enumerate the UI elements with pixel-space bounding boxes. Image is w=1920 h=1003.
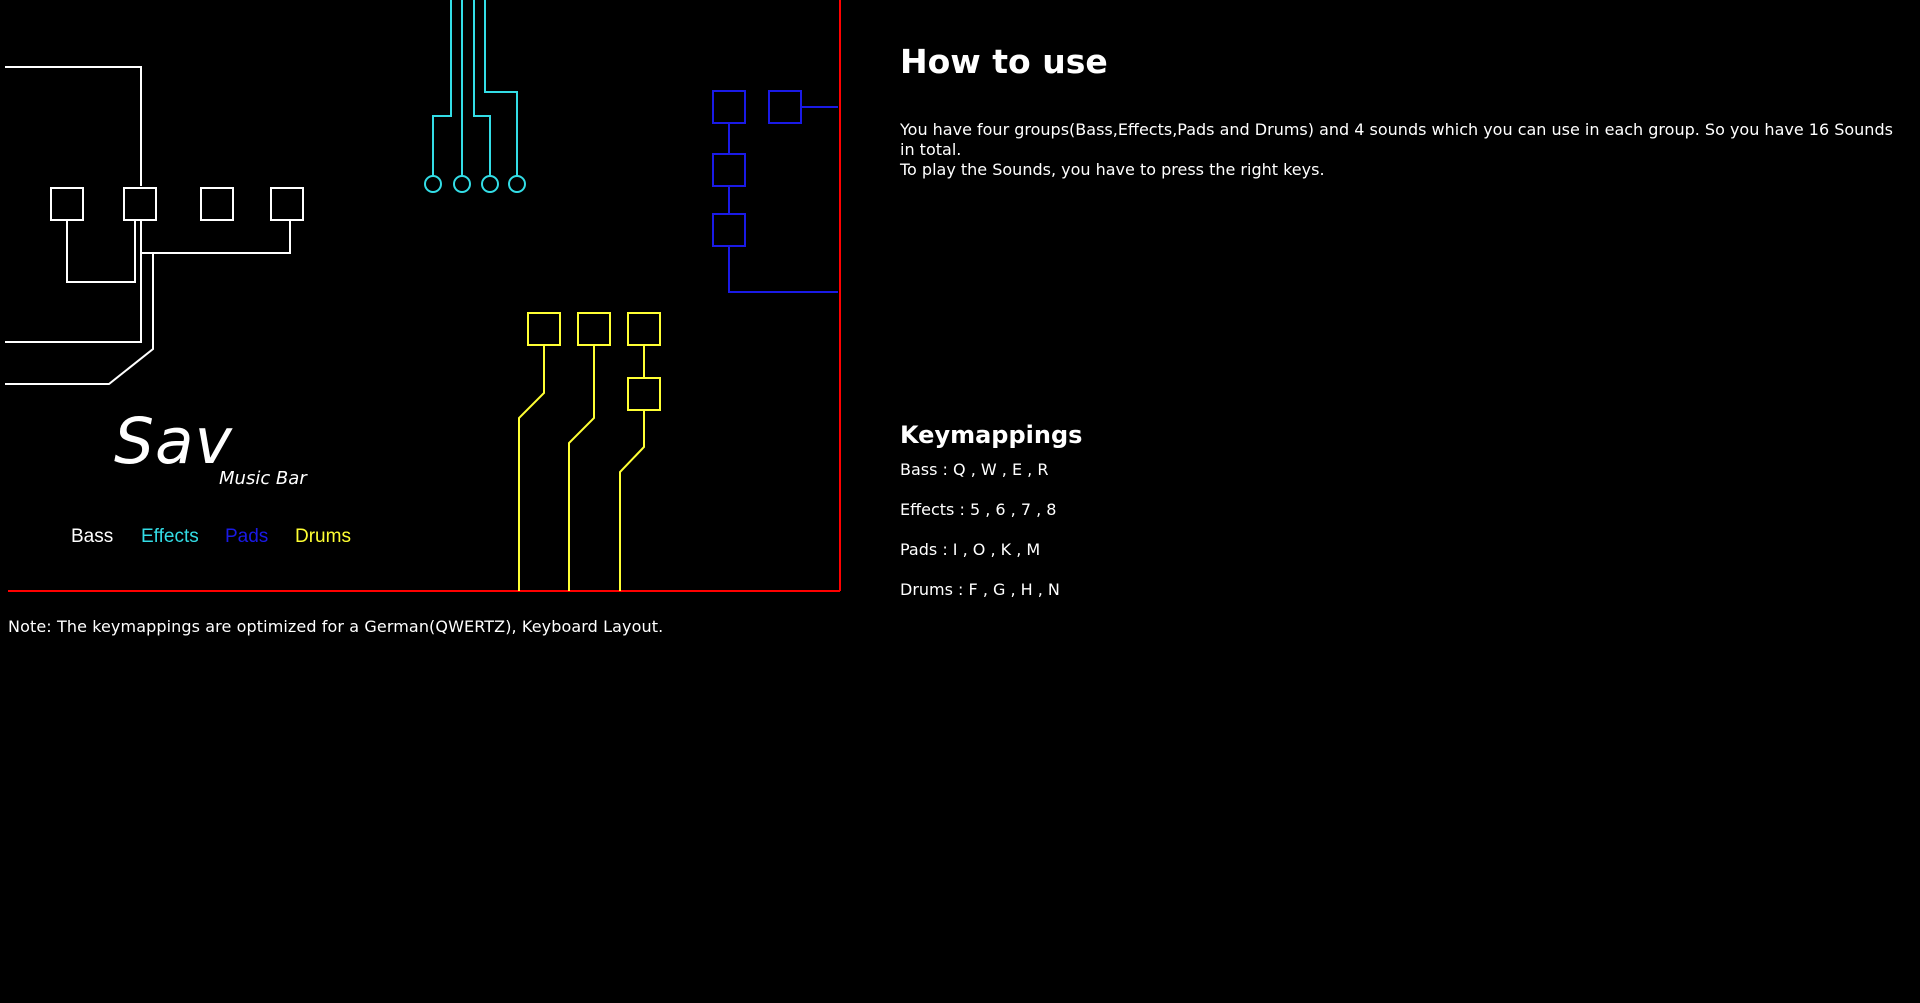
keymapping-bass: Bass : Q , W , E , R — [900, 460, 1049, 479]
how-to-use-text: You have four groups(Bass,Effects,Pads a… — [900, 120, 1910, 180]
drums-pad-f[interactable] — [527, 312, 561, 346]
page: Sav Music Bar Bass Effects Pads Drums No… — [0, 0, 1920, 1003]
effects-pad-6[interactable] — [453, 175, 471, 193]
keymapping-effects: Effects : 5 , 6 , 7 , 8 — [900, 500, 1057, 519]
bass-pad-w[interactable] — [123, 187, 157, 221]
bass-pads — [50, 187, 304, 221]
keymappings-heading: Keymappings — [900, 421, 1083, 449]
pads-pad-o[interactable] — [768, 90, 802, 124]
legend-drums: Drums — [295, 526, 351, 547]
legend-pads: Pads — [225, 526, 269, 547]
how-to-use-line-2: To play the Sounds, you have to press th… — [900, 160, 1325, 179]
logo-title: Sav — [114, 405, 233, 478]
keymappings-section: Keymappings Bass : Q , W , E , R Effects… — [900, 418, 1500, 620]
effects-wires — [432, 0, 518, 176]
legend-bass: Bass — [71, 526, 114, 547]
pads-wires — [728, 106, 838, 293]
effects-pads — [424, 175, 526, 193]
keymapping-pads: Pads : I , O , K , M — [900, 540, 1041, 559]
how-to-use-line-1: You have four groups(Bass,Effects,Pads a… — [900, 120, 1893, 159]
keyboard-layout-note: Note: The keymappings are optimized for … — [8, 617, 664, 636]
legend-effects: Effects — [141, 526, 199, 547]
pads-pad-i[interactable] — [712, 90, 746, 124]
board-frame — [8, 0, 841, 592]
bass-pad-r[interactable] — [270, 187, 304, 221]
effects-pad-8[interactable] — [508, 175, 526, 193]
pads-pad-m[interactable] — [712, 213, 746, 247]
circuit-board — [5, 0, 841, 592]
bass-pad-e[interactable] — [200, 187, 234, 221]
drums-pad-n[interactable] — [627, 377, 661, 411]
pads-pad-k[interactable] — [712, 153, 746, 187]
drums-pad-g[interactable] — [577, 312, 611, 346]
drums-pad-h[interactable] — [627, 312, 661, 346]
bass-wires — [5, 66, 291, 385]
music-board: Sav Music Bar Bass Effects Pads Drums — [0, 0, 844, 594]
how-to-use-heading: How to use — [900, 42, 1108, 81]
effects-pad-7[interactable] — [481, 175, 499, 193]
keymapping-drums: Drums : F , G , H , N — [900, 580, 1060, 599]
effects-pad-5[interactable] — [424, 175, 442, 193]
drums-wires — [518, 345, 645, 591]
how-to-use-section: How to use You have four groups(Bass,Eff… — [900, 40, 1910, 180]
pads-pads — [712, 90, 802, 247]
logo-subtitle: Music Bar — [219, 468, 307, 489]
bass-pad-q[interactable] — [50, 187, 84, 221]
